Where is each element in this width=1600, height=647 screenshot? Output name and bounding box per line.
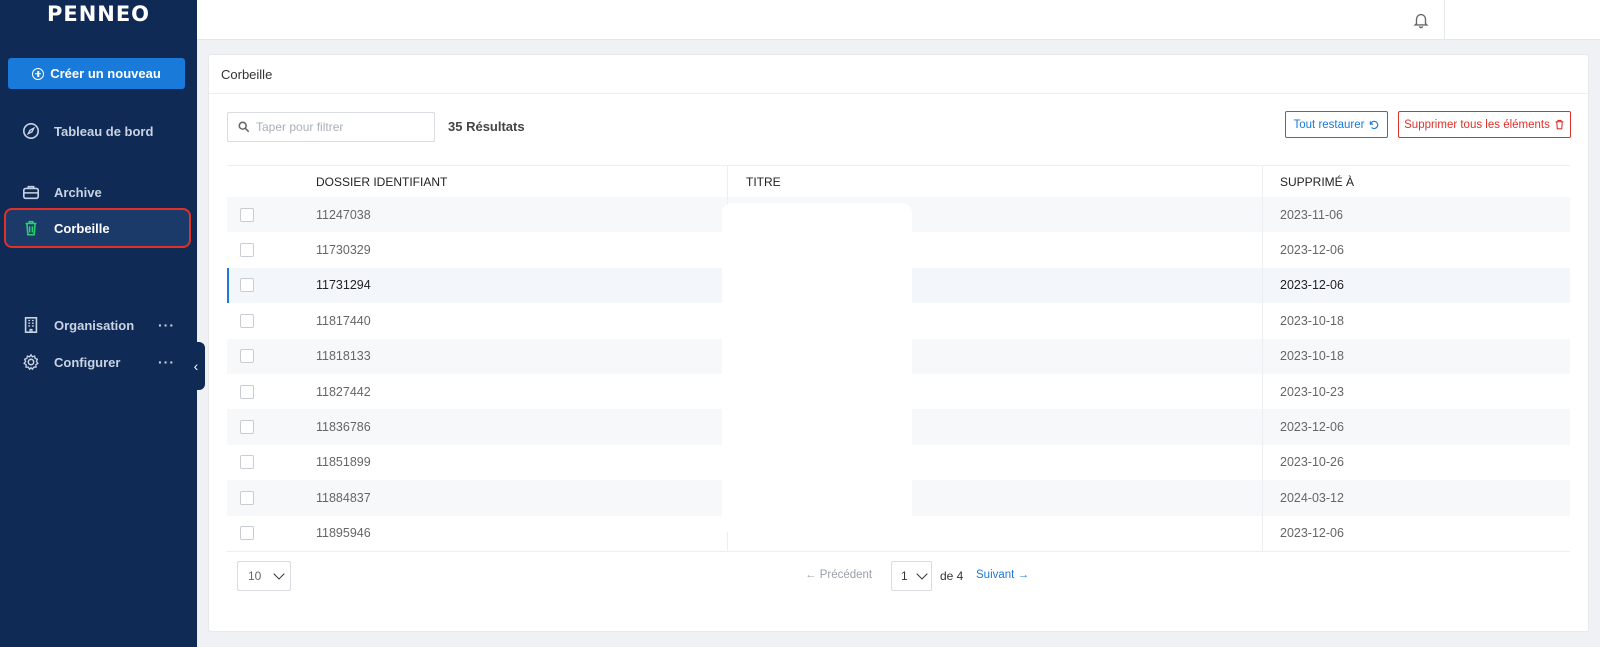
app-logo[interactable]: PENNEO xyxy=(0,0,197,40)
delete-all-label: Supprimer tous les éléments xyxy=(1404,118,1550,131)
next-page-button[interactable]: Suivant → xyxy=(976,569,1029,581)
column-header-id[interactable]: DOSSIER IDENTIFIANT xyxy=(316,175,727,189)
sidebar-item-label: Configurer xyxy=(54,354,121,370)
building-icon xyxy=(22,316,40,334)
cell-deleted: 2023-10-26 xyxy=(1262,444,1570,481)
cell-id: 11731294 xyxy=(316,278,371,293)
page-count: de 4 xyxy=(940,569,964,583)
cell-deleted: 2024-03-12 xyxy=(1262,480,1570,516)
filter-input[interactable] xyxy=(256,120,426,134)
cell-id: 11895946 xyxy=(316,526,371,541)
cell-id: 11884837 xyxy=(316,490,371,505)
sidebar-item-archive[interactable]: Archive xyxy=(0,174,197,210)
per-page-value: 10 xyxy=(248,569,262,583)
create-new-button[interactable]: Créer un nouveau xyxy=(8,58,185,89)
cell-deleted: 2023-11-06 xyxy=(1262,197,1570,233)
chevron-down-icon xyxy=(273,568,285,580)
results-count: 35 Résultats xyxy=(448,119,525,134)
current-page: 1 xyxy=(901,569,908,583)
sidebar-item-label: Tableau de bord xyxy=(54,123,154,139)
redacted-area xyxy=(722,203,912,533)
trash-icon xyxy=(22,219,40,237)
arrow-left-icon: ← xyxy=(805,569,817,581)
arrow-right-icon: → xyxy=(1017,569,1030,581)
row-checkbox[interactable] xyxy=(240,278,254,293)
row-checkbox[interactable] xyxy=(240,243,254,258)
cell-id: 11827442 xyxy=(316,384,371,399)
table-header: DOSSIER IDENTIFIANT TITRE SUPPRIMÉ À xyxy=(227,165,1570,198)
row-checkbox[interactable] xyxy=(240,455,254,470)
cell-id: 11817440 xyxy=(316,313,371,328)
more-options-icon[interactable]: ··· xyxy=(158,354,175,370)
cell-id: 11851899 xyxy=(316,455,371,470)
sidebar-item-dashboard[interactable]: Tableau de bord xyxy=(0,113,197,149)
top-bar xyxy=(197,0,1600,40)
restore-all-label: Tout restaurer xyxy=(1293,118,1365,131)
next-label: Suivant xyxy=(976,569,1015,581)
page-title: Corbeille xyxy=(209,55,1588,94)
sidebar-item-label: Organisation xyxy=(54,317,135,333)
previous-label: Précédent xyxy=(819,569,873,581)
previous-page-button[interactable]: ← Précédent xyxy=(805,569,872,581)
gear-icon xyxy=(22,353,40,371)
column-header-title[interactable]: TITRE xyxy=(727,165,1262,198)
cell-deleted: 2023-12-06 xyxy=(1262,515,1570,551)
divider xyxy=(227,550,1570,552)
undo-icon xyxy=(1370,120,1379,130)
cell-id: 11247038 xyxy=(316,207,371,222)
row-checkbox[interactable] xyxy=(240,384,254,399)
collapse-sidebar-button[interactable]: ‹ xyxy=(187,342,205,390)
sidebar-item-organisation[interactable]: Organisation ··· xyxy=(0,307,197,343)
sidebar-item-label: Archive xyxy=(54,184,102,200)
cell-deleted: 2023-10-18 xyxy=(1262,303,1570,339)
filter-field[interactable] xyxy=(227,112,435,142)
cell-id: 11730329 xyxy=(316,243,371,258)
row-checkbox[interactable] xyxy=(240,420,254,435)
cell-deleted: 2023-12-06 xyxy=(1262,232,1570,268)
bell-icon[interactable] xyxy=(1412,11,1430,29)
row-checkbox[interactable] xyxy=(240,490,254,505)
search-icon xyxy=(238,121,250,133)
cell-id: 11836786 xyxy=(316,420,371,435)
restore-all-button[interactable]: Tout restaurer xyxy=(1285,111,1388,138)
sidebar-item-trash[interactable]: Corbeille xyxy=(0,210,197,246)
plus-circle-icon xyxy=(32,67,45,80)
row-checkbox[interactable] xyxy=(240,313,254,328)
cell-deleted: 2023-10-18 xyxy=(1262,338,1570,374)
page-select[interactable]: 1 xyxy=(891,561,932,591)
cell-deleted: 2023-12-06 xyxy=(1262,267,1570,304)
sidebar-item-label: Corbeille xyxy=(54,220,110,236)
compass-icon xyxy=(22,122,40,140)
cell-deleted: 2023-12-06 xyxy=(1262,409,1570,445)
sidebar: PENNEO Créer un nouveau Tableau de bord … xyxy=(0,0,197,647)
column-header-deleted[interactable]: SUPPRIMÉ À xyxy=(1262,165,1570,198)
delete-all-button[interactable]: Supprimer tous les éléments xyxy=(1398,111,1571,138)
row-checkbox[interactable] xyxy=(240,349,254,364)
divider xyxy=(1444,0,1445,40)
cell-id: 11818133 xyxy=(316,349,371,364)
row-checkbox[interactable] xyxy=(240,207,254,222)
briefcase-icon xyxy=(22,183,40,201)
more-options-icon[interactable]: ··· xyxy=(158,317,175,333)
trash-card: Corbeille 35 Résultats Tout restaurer Su… xyxy=(208,54,1589,632)
trash-icon xyxy=(1555,119,1564,130)
sidebar-item-configure[interactable]: Configurer ··· xyxy=(0,344,197,380)
cell-deleted: 2023-10-23 xyxy=(1262,373,1570,410)
row-checkbox[interactable] xyxy=(240,526,254,541)
per-page-select[interactable]: 10 xyxy=(237,561,291,591)
create-new-label: Créer un nouveau xyxy=(50,66,161,81)
chevron-down-icon xyxy=(916,568,928,580)
